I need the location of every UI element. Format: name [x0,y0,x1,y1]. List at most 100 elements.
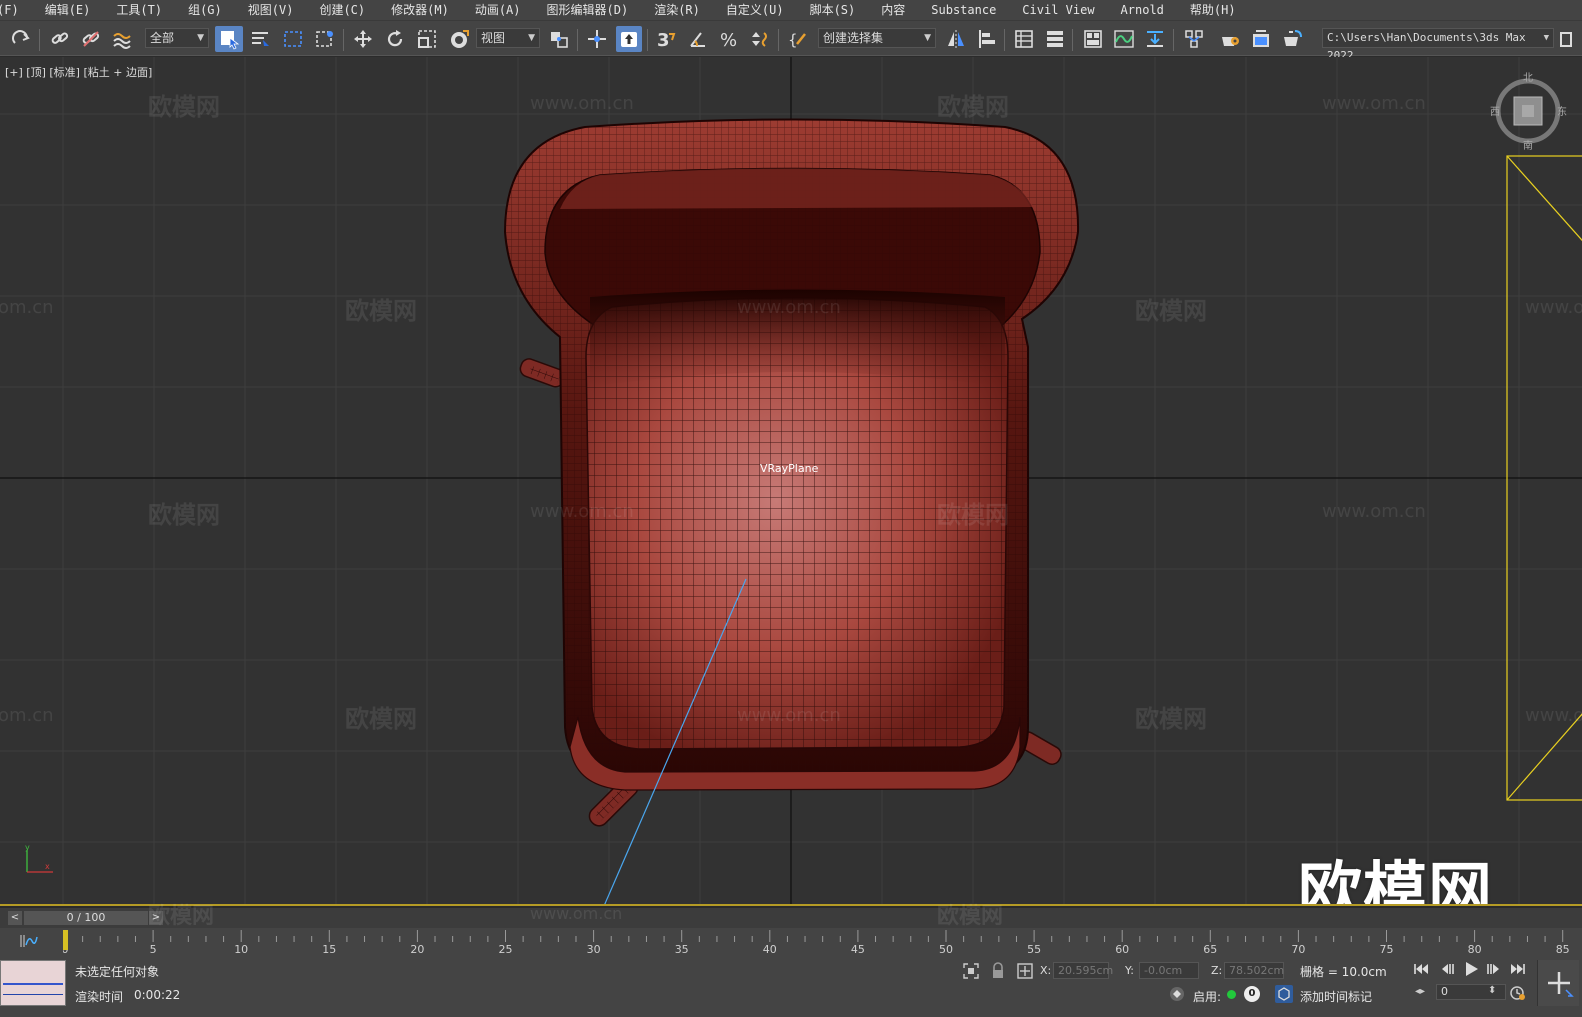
key-mode-icon[interactable]: ◂▸ [1415,986,1425,997]
chair-leg-left [519,358,566,388]
goto-end-icon[interactable] [1510,962,1526,979]
link-icon[interactable] [47,26,73,52]
time-tag-icon[interactable] [1275,985,1293,1003]
viewport-label-menu[interactable]: [+] [顶] [标准] [粘土 + 边面] [5,64,152,80]
frame-spinner-icon[interactable]: ⬍ [1488,985,1496,996]
select-by-name-icon[interactable] [247,26,273,52]
absolute-mode-icon[interactable] [1016,962,1034,983]
menu-item-11[interactable]: 脚本(S) [797,0,869,20]
menu-item-15[interactable]: Arnold [1108,0,1177,20]
next-frame-icon[interactable] [1486,962,1502,979]
spinner-snap-icon[interactable] [747,26,773,52]
goto-start-icon[interactable] [1413,962,1429,979]
time-marker[interactable] [63,930,68,950]
watermark-url: www.om.cn [1525,297,1582,318]
menu-item-12[interactable]: 内容 [868,0,918,20]
mirror-icon[interactable] [943,26,969,52]
curve-editor-icon[interactable] [1111,26,1137,52]
selection-lock-icon[interactable] [990,962,1006,983]
menu-item-2[interactable]: 工具(T) [103,0,175,20]
maxscript-mini-listener[interactable] [0,960,66,1006]
align-icon[interactable] [974,26,1000,52]
menu-item-13[interactable]: Substance [918,0,1009,20]
track-tick-label: 5 [150,943,157,956]
menu-item-4[interactable]: 视图(V) [235,0,307,20]
unlink-icon[interactable] [78,26,104,52]
material-editor-icon[interactable] [1181,26,1207,52]
select-object-button[interactable] [215,26,243,52]
rect-selection-region-icon[interactable] [280,26,306,52]
viewport-top[interactable]: 北 南 西 东 y x [+] [顶] [标准] [粘土 + 边面] VRayP… [0,57,1582,906]
menu-item-3[interactable]: 组(G) [175,0,235,20]
add-time-tag-button[interactable]: 添加时间标记 [1300,988,1372,1005]
menu-item-10[interactable]: 自定义(U) [713,0,797,20]
select-manipulate-icon[interactable] [584,26,610,52]
edit-named-selection-icon[interactable]: { [785,26,811,52]
viewcube[interactable]: 北 南 西 东 [1490,72,1567,152]
menu-item-16[interactable]: 帮助(H) [1177,0,1249,20]
menu-item-5[interactable]: 创建(C) [306,0,378,20]
track-tick-label: 70 [1291,943,1305,956]
named-selection-dropdown[interactable]: 创建选择集 ▼ [818,28,936,48]
menu-item-0[interactable]: (F) [0,0,32,20]
menu-item-9[interactable]: 渲染(R) [641,0,713,20]
ribbon-toggle-icon[interactable] [1080,26,1106,52]
curve-editor-mini-icon[interactable] [20,933,38,952]
menu-item-7[interactable]: 动画(A) [462,0,534,20]
svg-text:%: % [720,30,737,50]
menu-item-6[interactable]: 修改器(M) [378,0,462,20]
angle-snap-icon[interactable] [685,26,711,52]
rotate-icon[interactable] [382,26,408,52]
track-tick-label: 55 [1027,943,1041,956]
y-coord-field[interactable]: -0.0cm [1139,962,1199,979]
menu-item-8[interactable]: 图形编辑器(D) [534,0,642,20]
keyboard-shortcut-override-icon[interactable] [616,26,642,52]
z-coord-field[interactable]: 78.502cm [1224,962,1284,979]
viewport-nav-max-button[interactable] [1537,960,1579,1006]
scene-explorer-icon[interactable] [1011,26,1037,52]
viewcube-north-label: 北 [1523,72,1533,84]
place-icon[interactable] [446,26,472,52]
scale-icon[interactable] [414,26,440,52]
snaps-toggle-icon[interactable]: 3 [653,26,679,52]
adaptive-degradation-icon[interactable] [1168,985,1186,1006]
watermark-url-partial: om.cn [0,705,54,726]
menu-item-14[interactable]: Civil View [1009,0,1107,20]
chevron-down-icon: ▼ [924,33,931,43]
enable-count-badge: 0 [1244,986,1260,1002]
selection-filter-dropdown[interactable]: 全部 ▼ [145,28,209,48]
render-production-icon[interactable] [1279,26,1305,52]
previous-frame-icon[interactable] [1439,962,1455,979]
status-bar: 未选定任何对象 渲染时间 0:00:22 X: 20.595cm Y: -0.0… [0,958,1582,1017]
time-configuration-icon[interactable] [1510,985,1526,1004]
axis-tripod-icon: y x [25,843,53,873]
isolate-selection-icon[interactable] [962,962,980,983]
track-ruler[interactable]: 0510152025303540455055606570758085 [63,928,1573,958]
schematic-view-icon[interactable] [1142,26,1168,52]
menu-item-1[interactable]: 编辑(E) [32,0,104,20]
play-icon[interactable] [1462,960,1480,981]
move-icon[interactable] [350,26,376,52]
time-slider-thumb[interactable]: 0 / 100 [24,911,148,925]
percent-snap-icon[interactable]: % [716,26,742,52]
rendered-frame-window-icon[interactable] [1248,26,1274,52]
chevron-down-icon: ▼ [197,33,204,43]
svg-text:y: y [25,843,30,852]
track-bar[interactable]: 0510152025303540455055606570758085 [0,928,1582,958]
redo-icon[interactable] [8,26,34,52]
window-crossing-icon[interactable] [312,26,338,52]
track-tick-label: 35 [675,943,689,956]
watermark-url: www.om.cn [530,93,634,114]
render-setup-icon[interactable] [1217,26,1243,52]
layer-explorer-icon[interactable] [1042,26,1068,52]
project-path-dropdown[interactable]: C:\Users\Han\Documents\3ds Max 2022 ▼ [1322,28,1554,62]
time-slider-prev-button[interactable]: < [8,911,22,925]
project-folder-icon[interactable] [1558,26,1580,52]
reference-coordinate-dropdown[interactable]: 视图 ▼ [476,28,540,48]
pivot-center-icon[interactable] [546,26,572,52]
x-coord-field[interactable]: 20.595cm [1053,962,1113,979]
watermark-text: 欧模网 [148,904,215,929]
bind-spacewarp-icon[interactable] [109,26,135,52]
track-tick-label: 45 [851,943,865,956]
time-slider[interactable]: < 0 / 100 > 欧模网 www.om.cn 欧模网 [0,904,1582,929]
